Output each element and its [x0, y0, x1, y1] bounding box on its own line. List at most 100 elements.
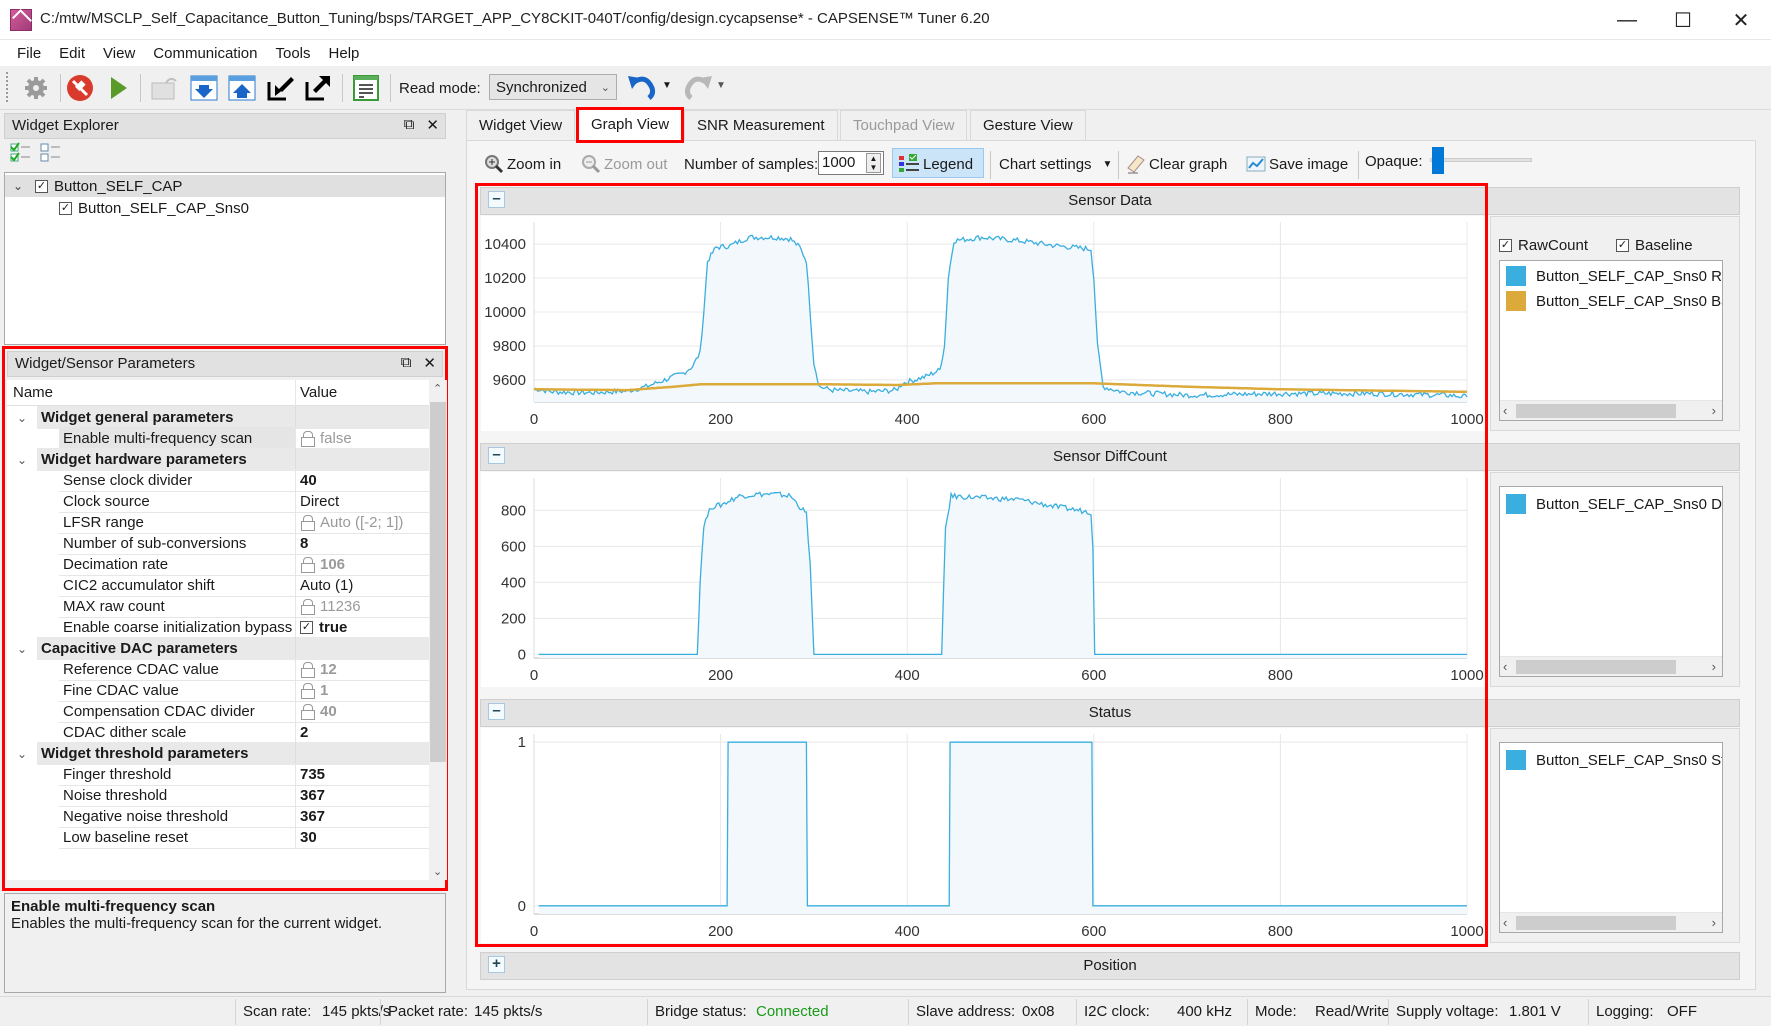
menu-edit[interactable]: Edit	[50, 45, 94, 62]
rawcount-toggle[interactable]: ✓ RawCount	[1499, 237, 1588, 254]
check-all-icon[interactable]	[10, 142, 32, 164]
param-value[interactable]: 1	[295, 679, 429, 702]
param-row[interactable]: Negative noise threshold 367	[7, 805, 429, 828]
baseline-checkbox[interactable]: ✓	[1616, 239, 1629, 252]
param-value[interactable]: Direct	[295, 490, 429, 513]
param-value[interactable]: 367	[295, 805, 429, 828]
column-header-name[interactable]: Name	[13, 384, 53, 401]
param-value[interactable]: 30	[295, 826, 429, 849]
legend-entry[interactable]: Button_SELF_CAP_Sns0 RawCount	[1506, 265, 1722, 287]
collapse-icon[interactable]: –	[488, 191, 505, 208]
samples-spinner[interactable]: ▲ ▼	[866, 153, 881, 173]
close-panel-icon[interactable]: ✕	[423, 354, 436, 372]
param-row[interactable]: Noise threshold 367	[7, 784, 429, 807]
float-panel-icon[interactable]: ⧉	[401, 354, 412, 372]
legend-entry[interactable]: Button_SELF_CAP_Sns0 DiffCount	[1506, 493, 1722, 515]
menu-view[interactable]: View	[94, 45, 144, 62]
scroll-right-icon[interactable]: ›	[1712, 657, 1716, 676]
chevron-down-icon[interactable]: ⌄	[17, 453, 27, 467]
param-value[interactable]: 735	[295, 763, 429, 786]
legend-hscrollbar[interactable]: ‹ ›	[1500, 656, 1722, 676]
column-header-value[interactable]: Value	[295, 380, 341, 406]
float-panel-icon[interactable]: ⧉	[404, 116, 415, 134]
menu-tools[interactable]: Tools	[267, 45, 320, 62]
param-value[interactable]: ✓ true	[295, 616, 429, 639]
param-value[interactable]: false	[295, 427, 429, 450]
undo-icon[interactable]	[626, 72, 660, 102]
param-value[interactable]: 106	[295, 553, 429, 576]
start-icon[interactable]	[104, 74, 132, 102]
settings-gear-icon[interactable]	[22, 74, 50, 102]
write-to-device-icon[interactable]	[228, 74, 256, 102]
legend-hscrollbar[interactable]: ‹ ›	[1500, 912, 1722, 932]
param-row[interactable]: CDAC dither scale 2	[7, 721, 429, 744]
tree-item-sensor[interactable]: ✓ Button_SELF_CAP_Sns0	[59, 197, 249, 219]
param-row[interactable]: Decimation rate 106	[7, 553, 429, 576]
tab-gesture-view[interactable]: Gesture View	[970, 110, 1086, 140]
param-value[interactable]: 40	[295, 700, 429, 723]
legend-entry[interactable]: Button_SELF_CAP_Sns0 Baseline	[1506, 290, 1722, 312]
redo-dropdown-icon[interactable]: ▼	[716, 80, 726, 91]
params-scrollbar[interactable]: ⌃ ⌄	[429, 380, 447, 880]
param-value[interactable]: 11236	[295, 595, 429, 618]
param-row[interactable]: Fine CDAC value 1	[7, 679, 429, 702]
param-value[interactable]: 367	[295, 784, 429, 807]
minimize-button[interactable]: —	[1599, 0, 1655, 40]
param-row[interactable]: Compensation CDAC divider 40	[7, 700, 429, 723]
scroll-right-icon[interactable]: ›	[1712, 913, 1716, 932]
menu-communication[interactable]: Communication	[144, 45, 266, 62]
close-button[interactable]: ✕	[1713, 0, 1769, 40]
scroll-left-icon[interactable]: ‹	[1503, 657, 1507, 676]
baseline-toggle[interactable]: ✓ Baseline	[1616, 237, 1693, 254]
scrollbar-thumb[interactable]	[1516, 404, 1676, 418]
scroll-up-icon[interactable]: ⌃	[433, 382, 442, 395]
menu-help[interactable]: Help	[320, 45, 369, 62]
param-checkbox[interactable]: ✓	[300, 620, 313, 634]
chevron-down-icon[interactable]: ⌄	[17, 411, 27, 425]
opaque-slider-thumb[interactable]	[1432, 147, 1444, 174]
read-mode-select[interactable]: Synchronized ⌄	[489, 74, 617, 100]
legend-hscrollbar[interactable]: ‹ ›	[1500, 400, 1722, 420]
param-row[interactable]: Sense clock divider 40	[7, 469, 429, 492]
tab-touchpad-view[interactable]: Touchpad View	[840, 110, 968, 140]
zoom-out-button[interactable]: Zoom out	[581, 151, 667, 177]
log-icon[interactable]	[352, 74, 380, 102]
param-row[interactable]: Finger threshold 735	[7, 763, 429, 786]
param-row[interactable]: Low baseline reset 30	[7, 826, 429, 849]
param-value[interactable]: Auto ([-2; 1])	[295, 511, 429, 534]
chevron-down-icon[interactable]: ⌄	[13, 179, 29, 193]
export-icon[interactable]	[304, 74, 332, 102]
param-group[interactable]: ⌄ Widget hardware parameters	[7, 448, 429, 471]
scroll-left-icon[interactable]: ‹	[1503, 401, 1507, 420]
save-image-button[interactable]: Save image	[1246, 151, 1348, 177]
param-value[interactable]: 40	[295, 469, 429, 492]
sensor-checkbox[interactable]: ✓	[59, 201, 72, 215]
param-value[interactable]: 8	[295, 532, 429, 555]
scrollbar-thumb[interactable]	[1516, 660, 1676, 674]
expand-icon[interactable]: +	[488, 956, 505, 973]
param-row[interactable]: Clock source Direct	[7, 490, 429, 513]
maximize-button[interactable]: ☐	[1655, 0, 1711, 40]
chevron-down-icon[interactable]: ⌄	[17, 747, 27, 761]
scrollbar-thumb[interactable]	[430, 402, 446, 762]
param-group[interactable]: ⌄ Capacitive DAC parameters	[7, 637, 429, 660]
param-row[interactable]: MAX raw count 11236	[7, 595, 429, 618]
rawcount-checkbox[interactable]: ✓	[1499, 239, 1512, 252]
read-from-device-icon[interactable]	[190, 74, 218, 102]
param-row[interactable]: CIC2 accumulator shift Auto (1)	[7, 574, 429, 597]
widget-checkbox[interactable]: ✓	[35, 179, 48, 193]
param-value[interactable]: 2	[295, 721, 429, 744]
disconnect-icon[interactable]	[66, 74, 94, 102]
param-row[interactable]: Enable coarse initialization bypass ✓ true	[7, 616, 429, 639]
opaque-slider-track[interactable]	[1430, 158, 1532, 162]
scroll-right-icon[interactable]: ›	[1712, 401, 1716, 420]
zoom-in-button[interactable]: Zoom in	[484, 151, 561, 177]
clear-graph-button[interactable]: Clear graph	[1126, 151, 1227, 177]
scroll-down-icon[interactable]: ⌄	[433, 865, 442, 878]
tab-snr-measurement[interactable]: SNR Measurement	[684, 110, 838, 140]
chart-settings-button[interactable]: Chart settings ▼	[999, 151, 1112, 177]
param-group[interactable]: ⌄ Widget general parameters	[7, 406, 429, 429]
param-row[interactable]: Enable multi-frequency scan false	[7, 427, 429, 450]
import-icon[interactable]	[266, 74, 294, 102]
scrollbar-thumb[interactable]	[1516, 916, 1676, 930]
